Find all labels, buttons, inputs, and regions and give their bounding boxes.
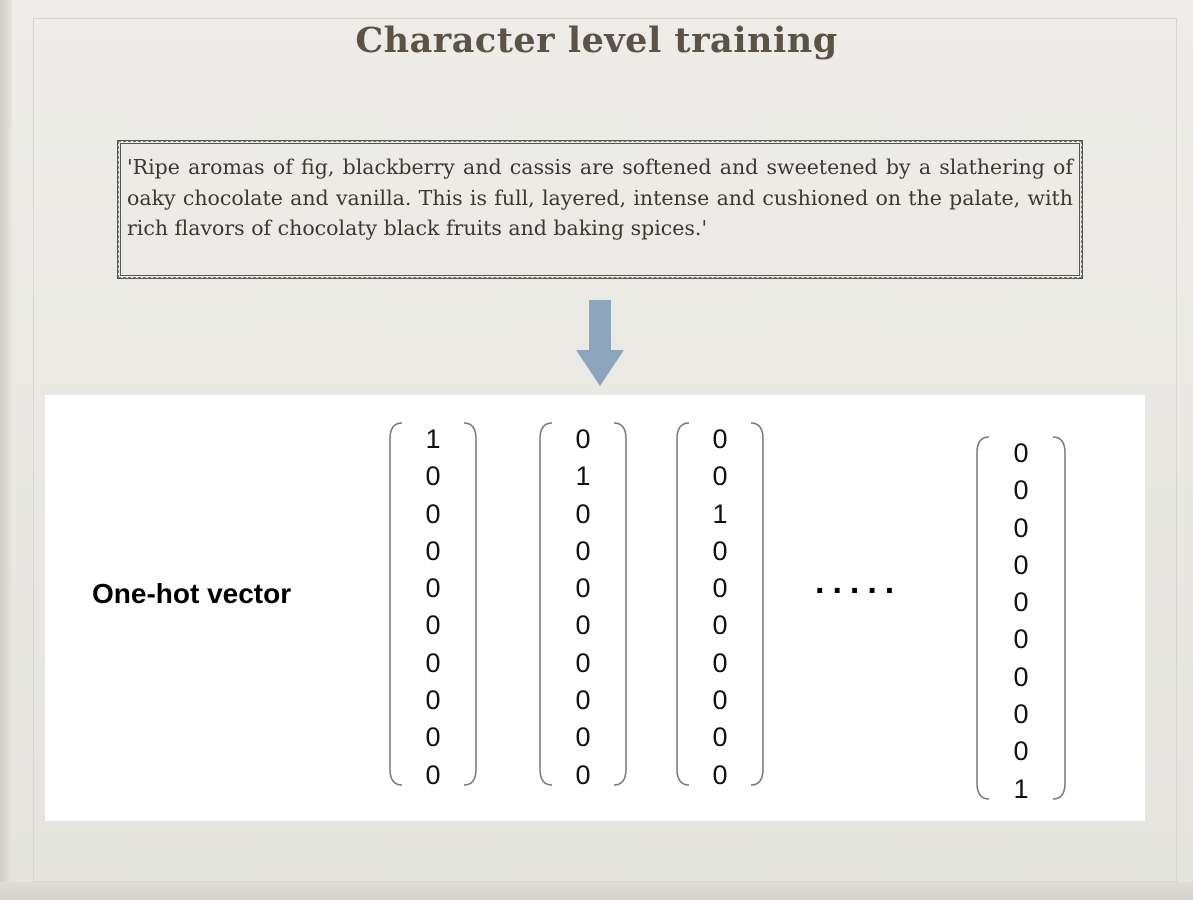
one-hot-vector-last: 0000000001	[975, 435, 1067, 804]
ellipsis: .....	[815, 563, 903, 601]
right-bracket	[463, 422, 477, 786]
right-bracket	[613, 422, 627, 786]
one-hot-label: One-hot vector	[92, 578, 292, 609]
slide-background: Character level training 'Ripe aromas of…	[0, 0, 1193, 900]
one-hot-vector-2: 0100000000	[538, 421, 628, 790]
left-edge-shadow	[0, 0, 12, 900]
down-arrow-icon	[576, 300, 624, 386]
one-hot-vector-3: 0010000000	[675, 421, 765, 790]
right-bracket	[1052, 436, 1066, 800]
quote-box: 'Ripe aromas of fig, blackberry and cass…	[117, 140, 1083, 279]
right-bracket	[750, 422, 764, 786]
one-hot-panel: One-hot vector 1000000000 0100000000 001…	[45, 395, 1145, 821]
one-hot-vector-1: 1000000000	[388, 421, 478, 790]
quote-text: 'Ripe aromas of fig, blackberry and cass…	[127, 155, 1073, 240]
bottom-edge-shadow	[0, 882, 1193, 900]
slide-title: Character level training	[355, 20, 838, 61]
